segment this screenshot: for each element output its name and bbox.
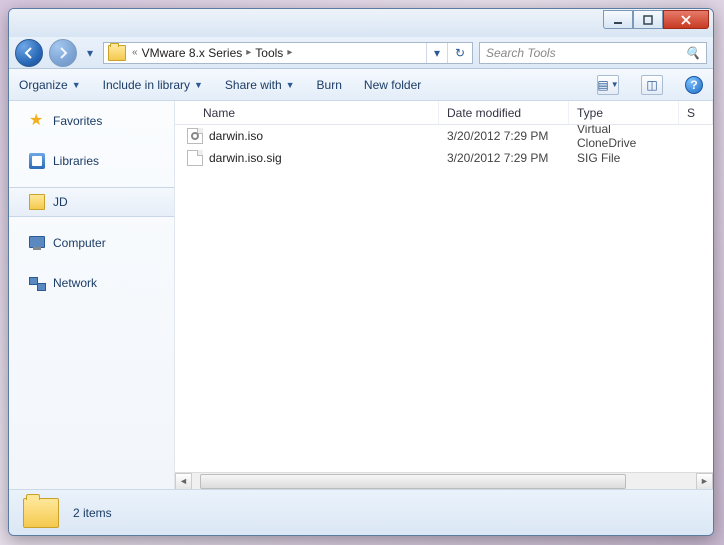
sidebar-label: Network [53, 276, 97, 290]
scroll-right-button[interactable]: ► [696, 473, 713, 490]
chevron-down-icon: ▼ [286, 80, 295, 90]
titlebar [9, 9, 713, 37]
sidebar-item-libraries[interactable]: Libraries [9, 147, 174, 175]
column-name[interactable]: Name [175, 101, 439, 124]
table-row[interactable]: darwin.iso.sig 3/20/2012 7:29 PMSIG File [175, 147, 713, 169]
sidebar-label: Favorites [53, 114, 102, 128]
forward-button[interactable] [49, 39, 77, 67]
scroll-left-button[interactable]: ◄ [175, 473, 192, 490]
file-list[interactable]: darwin.iso 3/20/2012 7:29 PMVirtual Clone… [175, 125, 713, 472]
nav-history-dropdown[interactable]: ▾ [83, 43, 97, 63]
close-button[interactable] [663, 10, 709, 29]
table-row[interactable]: darwin.iso 3/20/2012 7:29 PMVirtual Clone… [175, 125, 713, 147]
sidebar-item-favorites[interactable]: ★ Favorites [9, 107, 174, 135]
file-date: 3/20/2012 7:29 PM [439, 151, 569, 165]
nav-pane: ★ Favorites Libraries JD Computer Networ… [9, 101, 175, 489]
divider [426, 43, 427, 63]
details-pane: 2 items [9, 489, 713, 535]
scroll-track[interactable] [192, 473, 696, 490]
file-type: Virtual CloneDrive [569, 125, 679, 150]
search-icon: 🔍 [685, 46, 700, 60]
new-folder-button[interactable]: New folder [364, 78, 421, 92]
minimize-button[interactable] [603, 10, 633, 29]
file-name: darwin.iso [209, 129, 263, 143]
sidebar-item-network[interactable]: Network [9, 269, 174, 297]
file-icon [187, 128, 203, 144]
network-icon [29, 275, 45, 291]
sidebar-label: Libraries [53, 154, 99, 168]
chevron-down-icon: ▼ [194, 80, 203, 90]
explorer-body: ★ Favorites Libraries JD Computer Networ… [9, 101, 713, 489]
file-type: SIG File [569, 151, 679, 165]
star-icon: ★ [29, 113, 45, 129]
back-button[interactable] [15, 39, 43, 67]
folder-icon [23, 498, 59, 528]
sidebar-label: Computer [53, 236, 106, 250]
chevron-right-icon: ▸ [287, 47, 292, 58]
horizontal-scrollbar[interactable]: ◄ ► [175, 472, 713, 489]
column-headers: Name Date modified Type S [175, 101, 713, 125]
computer-icon [29, 235, 45, 251]
help-button[interactable]: ? [685, 76, 703, 94]
share-menu[interactable]: Share with▼ [225, 78, 295, 92]
maximize-button[interactable] [633, 10, 663, 29]
divider [447, 43, 448, 63]
search-input[interactable]: Search Tools 🔍 [479, 42, 707, 64]
explorer-window: ▾ « VMware 8.x Series ▸ Tools ▸ ▾ ↻ Sear… [8, 8, 714, 536]
organize-menu[interactable]: Organize▼ [19, 78, 81, 92]
burn-button[interactable]: Burn [317, 78, 342, 92]
refresh-button[interactable]: ↻ [450, 46, 470, 60]
sidebar-label: JD [53, 195, 68, 209]
file-icon [187, 150, 203, 166]
sidebar-item-computer[interactable]: Computer [9, 229, 174, 257]
item-count: 2 items [73, 506, 112, 520]
window-buttons [603, 10, 709, 29]
libraries-icon [29, 153, 45, 169]
folder-icon [108, 45, 126, 61]
column-date[interactable]: Date modified [439, 101, 569, 124]
command-bar: Organize▼ Include in library▼ Share with… [9, 69, 713, 101]
chevron-down-icon: ▼ [72, 80, 81, 90]
search-placeholder: Search Tools [486, 46, 556, 60]
breadcrumb: « VMware 8.x Series ▸ Tools ▸ [128, 46, 424, 60]
breadcrumb-prefix: « [132, 47, 138, 58]
scroll-thumb[interactable] [200, 474, 626, 489]
user-folder-icon [29, 194, 45, 210]
address-dropdown[interactable]: ▾ [429, 46, 445, 60]
include-library-menu[interactable]: Include in library▼ [103, 78, 203, 92]
file-pane: Name Date modified Type S darwin.iso 3/20… [175, 101, 713, 489]
file-date: 3/20/2012 7:29 PM [439, 129, 569, 143]
nav-bar: ▾ « VMware 8.x Series ▸ Tools ▸ ▾ ↻ Sear… [9, 37, 713, 69]
preview-pane-button[interactable]: ◫ [641, 75, 663, 95]
column-size[interactable]: S [679, 101, 713, 124]
column-type[interactable]: Type [569, 101, 679, 124]
file-name: darwin.iso.sig [209, 151, 282, 165]
address-bar[interactable]: « VMware 8.x Series ▸ Tools ▸ ▾ ↻ [103, 42, 473, 64]
sidebar-item-user[interactable]: JD [9, 187, 174, 217]
breadcrumb-current[interactable]: Tools [255, 46, 283, 60]
chevron-right-icon: ▸ [246, 47, 251, 58]
breadcrumb-parent[interactable]: VMware 8.x Series [142, 46, 243, 60]
view-options-button[interactable]: ▤ ▼ [597, 75, 619, 95]
